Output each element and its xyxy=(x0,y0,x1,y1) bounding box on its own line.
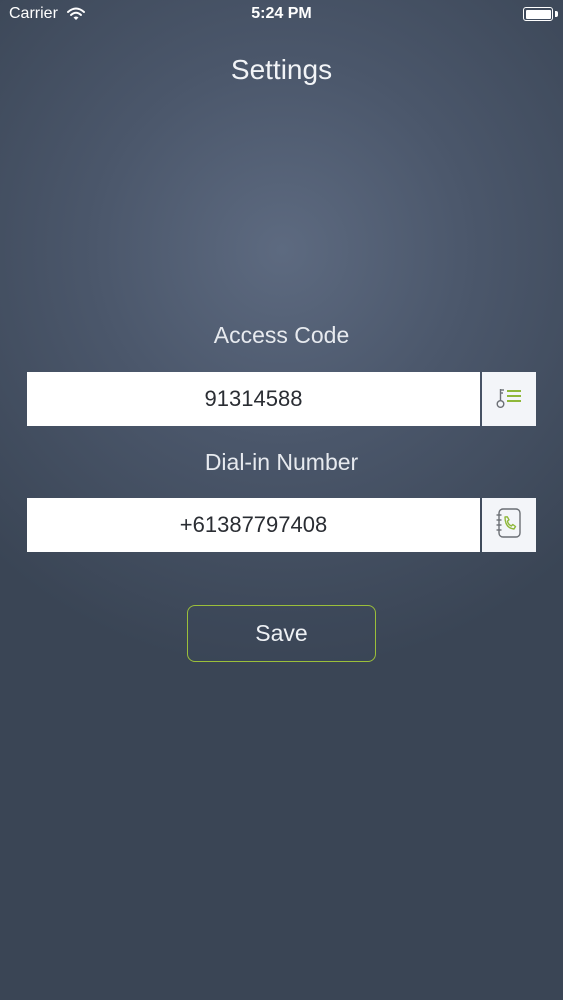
dial-in-label: Dial-in Number xyxy=(204,449,359,475)
access-code-label: Access Code xyxy=(213,322,350,348)
battery-icon xyxy=(523,7,553,21)
access-code-input[interactable] xyxy=(27,372,480,426)
access-code-picker-button[interactable] xyxy=(482,372,536,426)
key-list-icon xyxy=(494,384,524,415)
dial-in-contacts-button[interactable] xyxy=(482,498,536,552)
dial-in-input[interactable] xyxy=(27,498,480,552)
status-time: 5:24 PM xyxy=(251,5,312,22)
save-button[interactable]: Save xyxy=(187,605,376,662)
dial-in-row xyxy=(27,498,536,552)
page-title: Settings xyxy=(230,54,333,85)
phone-book-icon xyxy=(494,507,524,544)
status-bar: Carrier 5:24 PM xyxy=(0,0,563,30)
battery-tip xyxy=(555,11,558,17)
access-code-row xyxy=(27,372,536,426)
